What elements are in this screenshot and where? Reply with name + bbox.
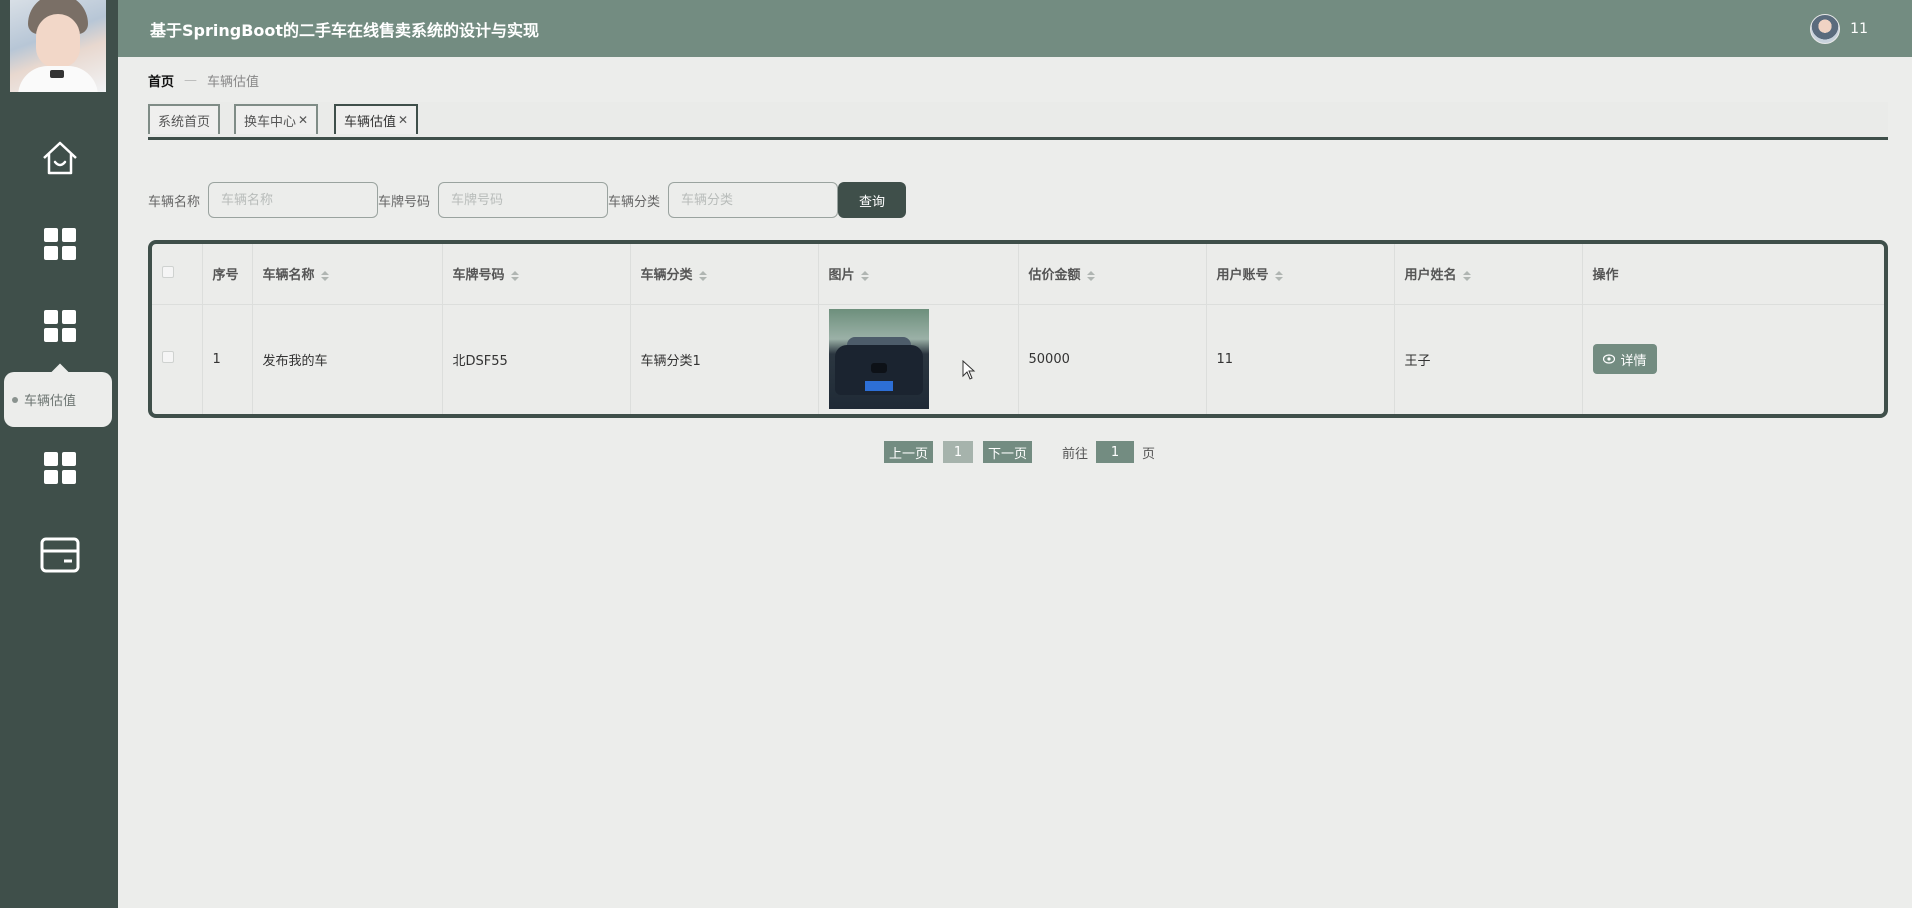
column-header-label: 操作 (1592, 268, 1619, 284)
prev-page-button[interactable]: 上一页 (884, 441, 934, 463)
breadcrumb-current: 车辆估值 (207, 75, 260, 90)
cell-username: 王子 (1394, 304, 1583, 414)
grid-icon[interactable] (39, 223, 81, 265)
cell-account: 11 (1206, 304, 1395, 414)
next-page-button[interactable]: 下一页 (983, 441, 1033, 463)
tab-label: 系统首页 (158, 114, 211, 130)
tab-system-home[interactable]: 系统首页 (148, 104, 221, 134)
cell-amount: 50000 (1018, 304, 1207, 414)
plate-number-label: 车牌号码 (378, 194, 431, 210)
user-menu[interactable]: 11 (1810, 14, 1868, 44)
car-thumbnail[interactable] (828, 309, 929, 410)
column-header[interactable]: 估价金额 (1018, 244, 1207, 305)
goto-page-input[interactable]: 1 (1096, 441, 1135, 463)
row-select-cell (152, 304, 203, 414)
vehicle-name-label: 车辆名称 (148, 194, 201, 210)
column-header[interactable]: 图片 (818, 244, 1019, 305)
close-icon[interactable]: ✕ (298, 113, 308, 127)
cell-plate-number: 北DSF55 (442, 304, 631, 414)
sort-icon[interactable] (510, 270, 519, 281)
breadcrumb-home[interactable]: 首页 (148, 71, 174, 90)
row-checkbox[interactable] (162, 351, 174, 364)
vehicle-name-input[interactable] (208, 182, 379, 218)
column-header-label: 序号 (212, 268, 239, 284)
column-header-label: 车牌号码 (452, 268, 505, 284)
sort-icon[interactable] (320, 270, 329, 281)
select-all-cell (152, 244, 203, 305)
cell-vehicle-name: 发布我的车 (252, 304, 443, 414)
vehicle-category-label: 车辆分类 (608, 194, 661, 210)
detail-button[interactable]: 详情 (1592, 344, 1657, 375)
sort-icon[interactable] (860, 270, 869, 281)
column-header[interactable]: 用户姓名 (1394, 244, 1583, 305)
sort-icon[interactable] (1274, 270, 1283, 281)
table-header-row: 序号 车辆名称 车牌号码 车辆分类 图片 估价金额 用户账号 用户姓名 操作 (152, 244, 1884, 305)
column-header-label: 图片 (828, 268, 855, 284)
page-number[interactable]: 1 (943, 441, 974, 463)
app-title: 基于SpringBoot的二手车在线售卖系统的设计与实现 (150, 21, 540, 40)
sidebar: 车辆估值 (0, 0, 118, 908)
search-form: 车辆名称 车牌号码 车辆分类 查询 (148, 182, 907, 218)
tab-car-exchange-center[interactable]: 换车中心 ✕ (234, 104, 319, 134)
username: 11 (1850, 21, 1868, 37)
cell-category: 车辆分类1 (630, 304, 819, 414)
column-header[interactable]: 车辆名称 (252, 244, 443, 305)
top-header: 基于SpringBoot的二手车在线售卖系统的设计与实现 11 (118, 0, 1912, 57)
grid-icon[interactable] (39, 447, 81, 489)
page-suffix: 页 (1142, 446, 1156, 462)
plate-number-input[interactable] (438, 182, 609, 218)
sort-icon[interactable] (1462, 270, 1471, 281)
bullet-icon (12, 396, 18, 403)
user-avatar[interactable] (1810, 14, 1841, 44)
detail-button-label: 详情 (1620, 353, 1647, 369)
tabs-bar: 系统首页 换车中心 ✕ 车辆估值 ✕ (148, 102, 1888, 140)
vehicle-category-input[interactable] (668, 182, 839, 218)
query-button[interactable]: 查询 (838, 182, 907, 218)
column-header: 操作 (1582, 244, 1884, 305)
breadcrumb-separator: — (184, 73, 198, 88)
sort-icon[interactable] (1086, 270, 1095, 281)
column-header[interactable]: 用户账号 (1206, 244, 1395, 305)
column-header-label: 车辆分类 (640, 268, 693, 284)
breadcrumb: 首页 — 车辆估值 (148, 71, 259, 90)
goto-label: 前往 (1062, 446, 1089, 462)
home-icon[interactable] (39, 137, 81, 179)
column-header-label: 车辆名称 (262, 268, 315, 284)
tab-label: 换车中心 (244, 114, 297, 130)
eye-icon (1602, 354, 1615, 364)
pagination: 上一页 1 下一页 前往 1 页 (884, 441, 1155, 463)
sidebar-avatar (10, 0, 106, 92)
column-header-label: 估价金额 (1028, 268, 1081, 284)
column-header-label: 用户姓名 (1404, 268, 1457, 284)
data-table: 序号 车辆名称 车牌号码 车辆分类 图片 估价金额 用户账号 用户姓名 操作 1… (148, 240, 1888, 418)
cell-index: 1 (202, 304, 253, 414)
select-all-checkbox[interactable] (162, 265, 174, 278)
submenu-item-label: 车辆估值 (24, 394, 77, 409)
column-header[interactable]: 车牌号码 (442, 244, 631, 305)
sort-icon[interactable] (698, 270, 707, 281)
tab-vehicle-valuation[interactable]: 车辆估值 ✕ (334, 104, 419, 134)
column-header: 序号 (202, 244, 253, 305)
mouse-cursor-icon (962, 359, 976, 384)
cell-image (818, 304, 1019, 414)
grid-icon[interactable] (39, 305, 81, 347)
close-icon[interactable]: ✕ (398, 113, 408, 127)
tab-label: 车辆估值 (344, 114, 397, 130)
table-row: 1 发布我的车 北DSF55 车辆分类1 50000 11 王子 详情 (152, 304, 1884, 414)
column-header[interactable]: 车辆分类 (630, 244, 819, 305)
submenu-popup-vehicle-valuation[interactable]: 车辆估值 (4, 372, 112, 427)
wallet-icon[interactable] (39, 534, 81, 576)
column-header-label: 用户账号 (1216, 268, 1269, 284)
cell-actions: 详情 (1582, 304, 1884, 414)
